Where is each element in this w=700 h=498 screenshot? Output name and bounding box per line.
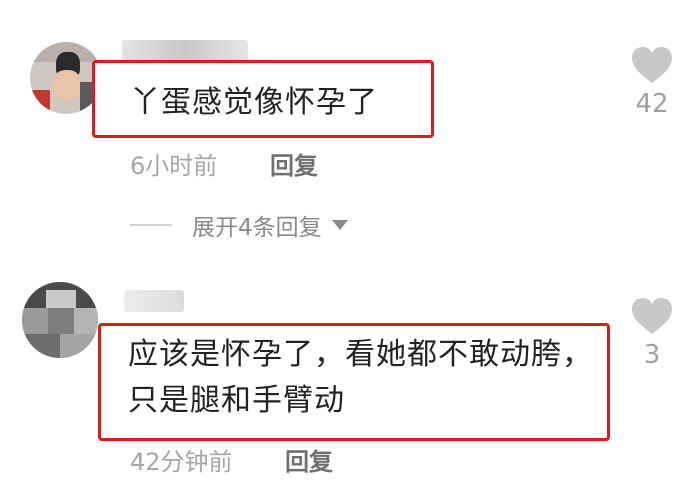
reply-button[interactable]: 回复 — [270, 146, 318, 181]
heart-icon — [632, 47, 672, 83]
avatar[interactable] — [22, 282, 98, 358]
username-blurred[interactable] — [122, 40, 248, 62]
like-button[interactable]: 42 — [622, 45, 682, 119]
comment-item: 丫蛋感觉像怀孕了 6小时前 回复 展开4条回复 42 — [0, 0, 700, 260]
triangle-down-icon — [331, 220, 348, 230]
comment-time: 6小时前 — [130, 152, 218, 180]
comment-time: 42分钟前 — [130, 448, 233, 476]
username-blurred[interactable] — [124, 290, 184, 312]
expand-replies-label: 展开4条回复 — [192, 215, 322, 241]
like-count: 3 — [643, 340, 661, 370]
like-button[interactable]: 3 — [622, 296, 682, 370]
like-count: 42 — [635, 89, 669, 119]
reply-button[interactable]: 回复 — [285, 442, 333, 477]
expand-replies-button[interactable]: 展开4条回复 — [130, 210, 348, 241]
divider-line — [130, 224, 172, 226]
heart-icon — [632, 298, 672, 334]
comment-item: 应该是怀孕了，看她都不敢动胯，只是腿和手臂动 42分钟前 回复 3 — [0, 268, 700, 498]
comment-text: 丫蛋感觉像怀孕了 — [130, 85, 378, 120]
comment-text: 应该是怀孕了，看她都不敢动胯，只是腿和手臂动 — [128, 337, 593, 418]
